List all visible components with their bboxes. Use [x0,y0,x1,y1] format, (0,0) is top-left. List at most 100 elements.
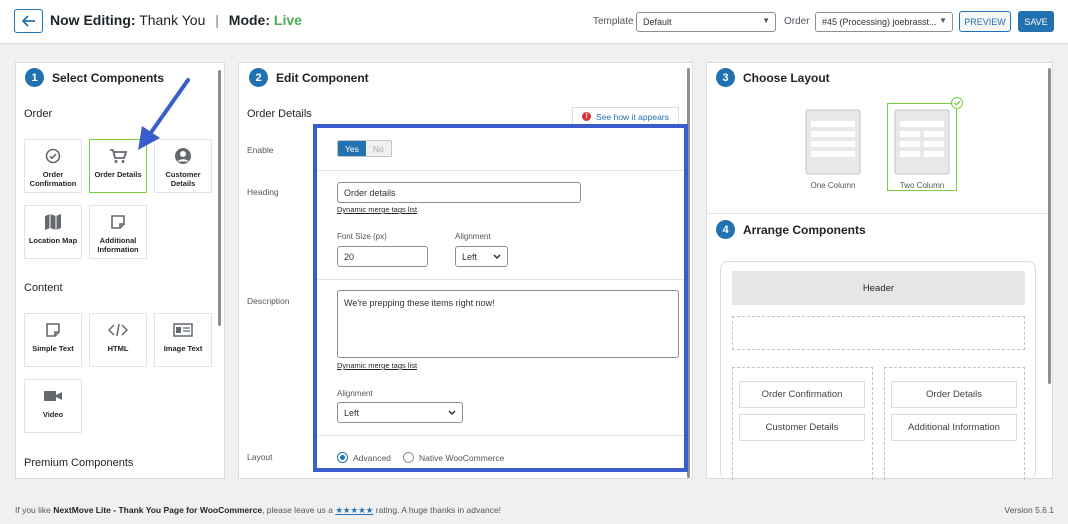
version-text: Version 5.6.1 [1004,505,1054,515]
top-bar: Now Editing: Thank You | Mode: Live Temp… [0,0,1068,44]
template-value: Default [643,17,672,27]
chevron-down-icon: ▼ [762,16,770,25]
footer-suffix: rating. A huge thanks in advance! [375,505,502,515]
radio-advanced[interactable]: Advanced [337,452,391,463]
radio-label: Advanced [353,452,391,463]
cart-icon [110,149,127,163]
alignment-label: Alignment [455,232,491,241]
chevron-down-icon: ▼ [939,16,947,25]
id-card-icon [173,323,193,337]
component-label: Customer Details [165,170,201,188]
step-title: Edit Component [276,70,369,85]
order-label: Order [784,16,810,27]
desc-alignment-label: Alignment [337,389,373,398]
rating-stars-link[interactable]: ★★★★★ [335,505,373,515]
component-html[interactable]: HTML [89,313,147,367]
page-name: Thank You [139,12,206,28]
arrange-item-additional-information[interactable]: Additional Information [891,414,1017,441]
arrange-item-order-details[interactable]: Order Details [891,381,1017,408]
map-icon [45,214,61,230]
alignment-select[interactable]: Left [455,246,508,267]
heading-label: Heading [247,187,279,197]
desc-alignment-value: Left [344,408,360,418]
arrange-item-customer-details[interactable]: Customer Details [739,414,865,441]
component-title: Order Details [247,108,312,120]
component-image-text[interactable]: Image Text [154,313,212,367]
description-textarea[interactable]: We're prepping these items right now! [337,290,679,358]
step-3-header: 3 Choose Layout [716,68,830,87]
video-icon [44,391,62,401]
see-how-label: See how it appears [596,111,669,122]
footer-middle: , please leave us a [262,505,333,515]
code-icon [108,323,128,337]
editing-label: Now Editing: [50,12,136,28]
step-number: 1 [25,68,44,87]
template-select[interactable]: Default ▼ [636,12,776,32]
step-number: 4 [716,220,735,239]
component-additional-information[interactable]: Additional Information [89,205,147,259]
annotation-arrow [138,78,190,150]
two-column-layout-icon [894,109,950,175]
enable-no[interactable]: No [365,141,391,156]
font-size-label: Font Size (px) [337,232,387,241]
mode-label: Mode: [228,12,270,28]
mode-value: Live [273,12,302,28]
desc-merge-tags-link[interactable]: Dynamic merge tags list [337,361,417,370]
enable-label: Enable [247,145,274,155]
enable-yes[interactable]: Yes [338,141,366,156]
merge-tags-link[interactable]: Dynamic merge tags list [337,205,417,214]
layout-two-column[interactable]: Two Column [887,103,957,191]
font-size-input[interactable]: 20 [337,246,428,267]
desc-alignment-select[interactable]: Left [337,402,463,423]
section-premium: Premium Components [24,457,134,469]
component-location-map[interactable]: Location Map [24,205,82,259]
divider [707,213,1047,214]
radio-label: Native WooCommerce [419,452,505,463]
error-circle-icon: ! [582,112,592,121]
check-circle-icon [45,148,61,164]
description-label: Description [247,296,290,306]
order-value: #45 (Processing) joebrasst... [822,17,937,27]
template-label: Template [593,16,634,27]
component-simple-text[interactable]: Simple Text [24,313,82,367]
component-label: Order Confirmation [29,170,77,188]
scrollbar[interactable] [687,68,690,478]
component-label: Image Text [163,344,203,353]
see-how-button[interactable]: ! See how it appears [572,107,679,126]
component-label: Simple Text [32,344,74,353]
one-column-layout-icon [805,109,861,175]
step-number: 2 [249,68,268,87]
radio-dot [337,452,348,463]
footer-rating-text: If you like NextMove Lite - Thank You Pa… [15,505,501,516]
radio-native-woocommerce[interactable]: Native WooCommerce [403,452,504,463]
order-select[interactable]: #45 (Processing) joebrasst... ▼ [815,12,953,32]
heading-input[interactable]: Order details [337,182,581,203]
check-badge-icon [951,97,963,109]
arrow-left-icon [21,15,35,27]
component-label: Order Details [94,170,142,179]
component-video[interactable]: Video [24,379,82,433]
footer-prefix: If you like [15,505,51,515]
divider [317,279,684,280]
save-button[interactable]: SAVE [1018,11,1054,32]
component-order-confirmation[interactable]: Order Confirmation [24,139,82,193]
scrollbar[interactable] [1048,68,1051,384]
step-title: Choose Layout [743,70,830,85]
component-label: HTML [107,344,129,353]
layout-label: Layout [247,452,273,462]
arrange-item-order-confirmation[interactable]: Order Confirmation [739,381,865,408]
arrange-empty-slot[interactable] [732,316,1025,350]
step-2-header: 2 Edit Component [249,68,369,87]
enable-toggle[interactable]: Yes No [337,140,392,157]
divider [317,170,684,171]
section-content: Content [24,282,63,294]
preview-button[interactable]: PREVIEW [959,11,1011,32]
note-icon [46,323,60,337]
layout-label: Two Column [899,181,945,190]
layout-one-column[interactable]: One Column [798,103,868,191]
step-number: 3 [716,68,735,87]
scrollbar[interactable] [218,70,221,326]
arrange-header[interactable]: Header [732,271,1025,305]
component-label: Location Map [28,236,78,245]
back-button[interactable] [14,9,43,33]
